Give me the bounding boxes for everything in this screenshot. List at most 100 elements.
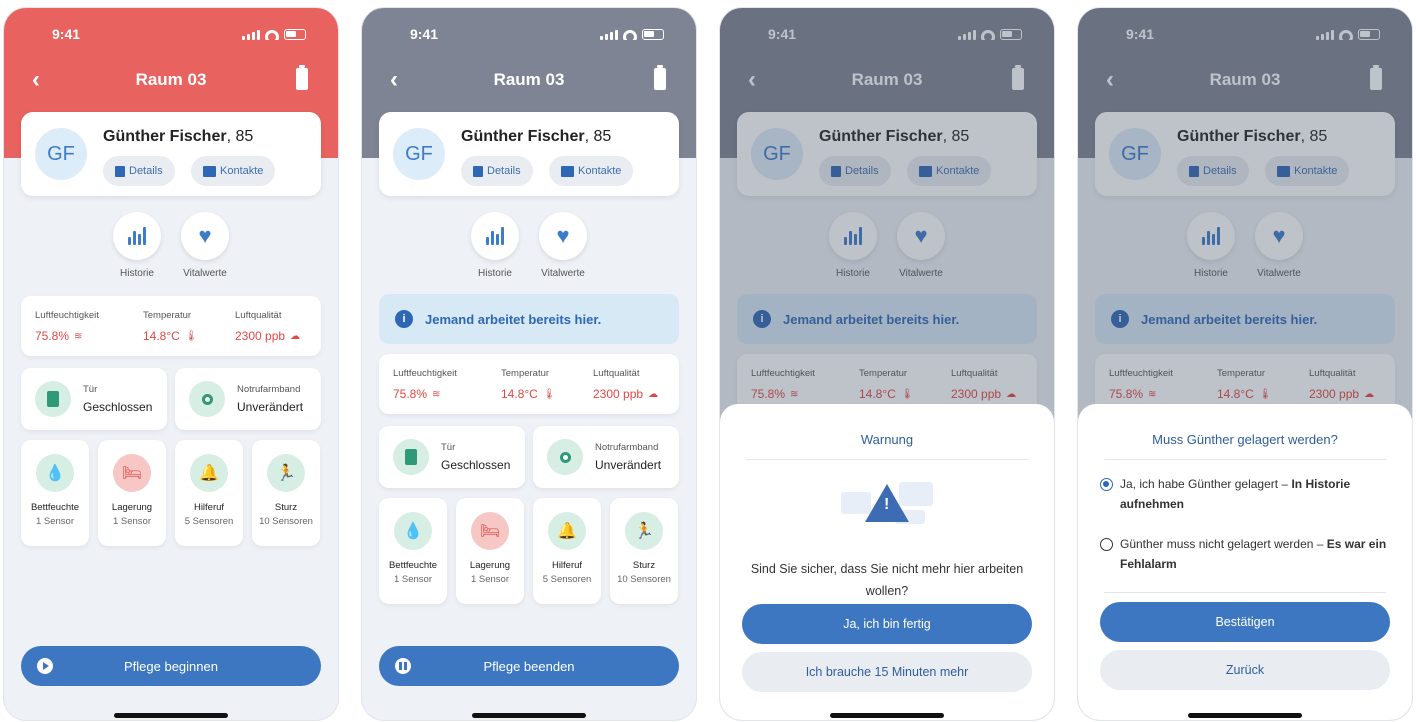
- status-battery-icon: [284, 29, 306, 40]
- divider: [1104, 592, 1386, 593]
- confirm-button[interactable]: Bestätigen: [1100, 602, 1390, 642]
- details-button[interactable]: Details: [461, 156, 533, 186]
- thermometer-icon: 🌡: [542, 388, 556, 400]
- avatar: GF: [35, 128, 87, 180]
- battery-icon: [654, 65, 666, 90]
- emergency-band-tile[interactable]: Notrufarmband Unverändert: [175, 368, 321, 430]
- sensor-name: Bettfeuchte: [30, 502, 80, 513]
- start-care-button[interactable]: Pflege beginnen: [21, 646, 321, 686]
- sensor-name: Sturz: [632, 560, 656, 571]
- patient-name: Günther Fischer, 85: [461, 128, 611, 146]
- air-quality-cell: Luftqualität 2300 ppb ☁: [235, 310, 300, 343]
- home-indicator: [1188, 713, 1302, 718]
- kontakte-button[interactable]: Kontakte: [191, 156, 276, 186]
- document-icon: [473, 165, 483, 177]
- heart-pulse-icon: ♥: [198, 223, 212, 248]
- back-button[interactable]: Zurück: [1100, 650, 1390, 690]
- phone-screen-start-care: 9:41 ‹ Raum 03 GF Günther Fischer, 85 De…: [4, 8, 338, 720]
- contact-card-icon: [561, 165, 574, 177]
- sensor-tile-bettfeuchte[interactable]: 💧 Bettfeuchte 1 Sensor: [21, 440, 89, 546]
- sensor-name: Bettfeuchte: [388, 560, 438, 571]
- humidity-icon: ≋: [432, 388, 441, 400]
- details-label: Details: [129, 165, 163, 177]
- sensor-tile-lagerung[interactable]: 🛏 Lagerung 1 Sensor: [456, 498, 524, 604]
- band-label: Notrufarmband: [595, 442, 659, 453]
- humidity-label: Luftfeuchtigkeit: [35, 310, 99, 321]
- wifi-icon: [265, 30, 279, 40]
- door-tile[interactable]: Tür Geschlossen: [379, 426, 525, 488]
- sensor-tile-sturz[interactable]: 🏃 Sturz 10 Sensoren: [610, 498, 678, 604]
- option1-text: Ja, ich habe Günther gelagert –: [1120, 477, 1292, 491]
- info-icon: i: [395, 310, 413, 328]
- sensor-name: Hilferuf: [551, 560, 583, 571]
- status-time: 9:41: [52, 26, 81, 42]
- vitalwerte-label: Vitalwerte: [541, 268, 585, 279]
- band-value: Unverändert: [237, 400, 304, 414]
- door-value: Geschlossen: [83, 400, 153, 414]
- air-quality-value: 2300 ppb: [235, 329, 286, 343]
- bar-chart-icon: [486, 227, 504, 245]
- thermometer-icon: 🌡: [184, 330, 198, 342]
- patient-card: GF Günther Fischer, 85 Details Kontakte: [21, 112, 321, 196]
- radio-icon[interactable]: [1100, 538, 1113, 551]
- environment-card: Luftfeuchtigkeit 75.8% ≋ Temperatur 14.8°C 🌡…: [379, 354, 679, 414]
- details-label: Details: [487, 165, 521, 177]
- bed-icon: 🛏: [113, 454, 151, 492]
- humidity-value: 75.8%: [35, 329, 70, 343]
- drops-icon: 💧: [394, 512, 432, 550]
- sensor-tile-sturz[interactable]: 🏃 Sturz 10 Sensoren: [252, 440, 320, 546]
- phone-screen-in-progress: 9:41 ‹ Raum 03 GF Günther Fischer, 85 De…: [362, 8, 696, 720]
- sensor-tile-bettfeuchte[interactable]: 💧 Bettfeuchte 1 Sensor: [379, 498, 447, 604]
- info-banner: i Jemand arbeitet bereits hier.: [379, 294, 679, 344]
- sensor-tile-hilferuf[interactable]: 🔔 Hilferuf 5 Sensoren: [175, 440, 243, 546]
- sensor-tile-hilferuf[interactable]: 🔔 Hilferuf 5 Sensoren: [533, 498, 601, 604]
- home-indicator: [472, 713, 586, 718]
- radio-icon[interactable]: [1100, 478, 1113, 491]
- divider: [1104, 459, 1386, 460]
- door-tile[interactable]: Tür Geschlossen: [21, 368, 167, 430]
- environment-card: Luftfeuchtigkeit 75.8% ≋ Temperatur 14.8°C 🌡…: [21, 296, 321, 356]
- signal-icon: [600, 30, 618, 40]
- historie-button[interactable]: Historie: [460, 212, 530, 279]
- wifi-icon: [623, 30, 637, 40]
- more-time-button[interactable]: Ich brauche 15 Minuten mehr: [742, 652, 1032, 692]
- sensor-count: 1 Sensor: [35, 516, 75, 527]
- sensor-count: 10 Sensoren: [617, 574, 671, 585]
- air-quality-icon: ☁: [648, 388, 659, 400]
- sensor-name: Lagerung: [111, 502, 153, 513]
- kontakte-label: Kontakte: [578, 165, 622, 177]
- bell-icon: 🔔: [548, 512, 586, 550]
- sensor-count: 1 Sensor: [112, 516, 152, 527]
- fall-icon: 🏃: [267, 454, 305, 492]
- vitalwerte-button[interactable]: ♥ Vitalwerte: [170, 212, 240, 279]
- patient-name-text: Günther Fischer: [461, 128, 585, 145]
- option-false-alarm[interactable]: Günther muss nicht gelagert werden – Es …: [1100, 534, 1390, 574]
- humidity-label: Luftfeuchtigkeit: [393, 368, 457, 379]
- divider: [746, 459, 1028, 460]
- emergency-band-tile[interactable]: Notrufarmband Unverändert: [533, 426, 679, 488]
- sensor-tile-lagerung[interactable]: 🛏 Lagerung 1 Sensor: [98, 440, 166, 546]
- phone-screen-warning: 9:41 ‹ Raum 03 GF Günther Fischer, 85 De…: [720, 8, 1054, 720]
- watch-icon: [547, 439, 583, 475]
- home-indicator: [114, 713, 228, 718]
- details-button[interactable]: Details: [103, 156, 175, 186]
- avatar: GF: [393, 128, 445, 180]
- status-icons: [600, 29, 664, 40]
- contact-card-icon: [203, 165, 216, 177]
- confirm-finished-button[interactable]: Ja, ich bin fertig: [742, 604, 1032, 644]
- pause-icon: [395, 658, 411, 674]
- end-care-button[interactable]: Pflege beenden: [379, 646, 679, 686]
- historie-button[interactable]: Historie: [102, 212, 172, 279]
- vitalwerte-circle: ♥: [181, 212, 229, 260]
- historie-circle: [113, 212, 161, 260]
- play-icon: [37, 658, 53, 674]
- kontakte-button[interactable]: Kontakte: [549, 156, 634, 186]
- air-quality-icon: ☁: [290, 330, 301, 342]
- phone-screen-repositioning: 9:41 ‹ Raum 03 GF Günther Fischer, 85 De…: [1078, 8, 1412, 720]
- air-quality-cell: Luftqualität 2300 ppb ☁: [593, 368, 658, 401]
- option-repositioned[interactable]: Ja, ich habe Günther gelagert – In Histo…: [1100, 474, 1390, 514]
- humidity-value: 75.8%: [393, 387, 428, 401]
- vitalwerte-button[interactable]: ♥ Vitalwerte: [528, 212, 598, 279]
- watch-icon: [189, 381, 225, 417]
- room-title: Raum 03: [493, 70, 565, 89]
